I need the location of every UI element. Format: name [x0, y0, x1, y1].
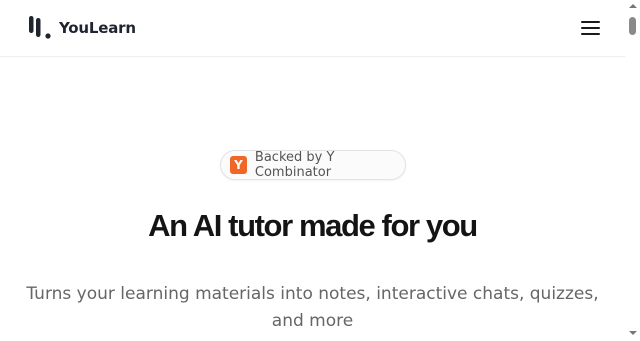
- badge-text: Backed by Y Combinator: [254, 150, 335, 180]
- y-combinator-logo-icon: Y: [230, 156, 247, 174]
- yc-badge[interactable]: Y Backed by Y Combinator: [220, 150, 406, 180]
- brand-name: YouLearn: [59, 19, 136, 37]
- scroll-up-arrow-icon[interactable]: [629, 4, 637, 8]
- vertical-scrollbar[interactable]: [625, 0, 640, 341]
- top-navbar: YouLearn: [0, 0, 625, 57]
- hamburger-menu-icon[interactable]: [581, 19, 603, 37]
- scrollbar-thumb[interactable]: [629, 17, 636, 35]
- hero-section: Y Backed by Y Combinator An AI tutor mad…: [0, 57, 625, 341]
- youlearn-logo-icon: [29, 16, 51, 39]
- scroll-down-arrow-icon[interactable]: [629, 331, 637, 335]
- hero-headline: An AI tutor made for you: [148, 208, 478, 243]
- brand-logo-link[interactable]: YouLearn: [27, 16, 136, 40]
- page: YouLearn Y Backed by Y Combinator An AI …: [0, 0, 640, 341]
- hero-subheadline: Turns your learning materials into notes…: [26, 284, 599, 331]
